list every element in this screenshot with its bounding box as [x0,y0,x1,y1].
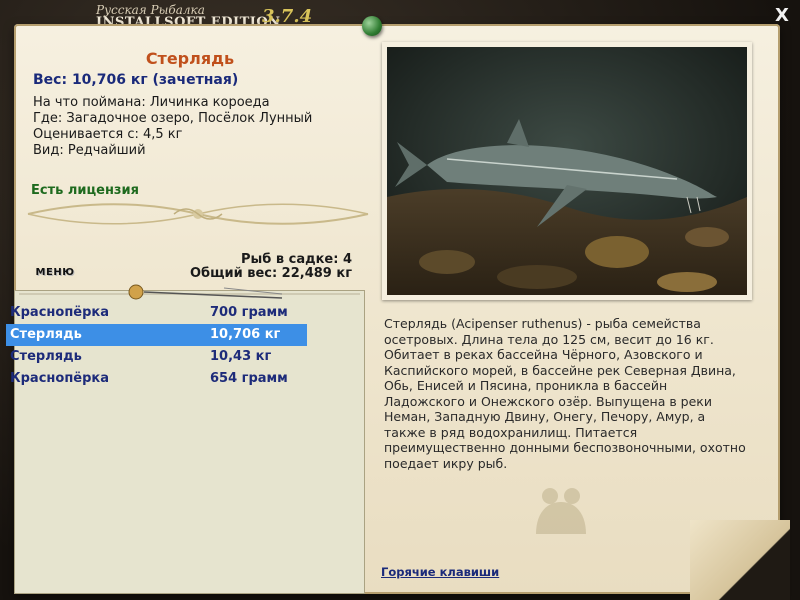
fish-title: Стерлядь [145,49,235,68]
bait-info: На что поймана: Личинка короеда [33,95,270,110]
catch-weight: 654 грамм [210,371,288,386]
species-rarity-info: Вид: Редчайший [33,143,146,158]
catch-row-3[interactable]: Стерлядь 10,43 кг [6,346,307,368]
sterlet-image [387,47,747,295]
fish-description: Стерлядь (Acipenser ruthenus) - рыба сем… [384,316,746,471]
catch-row-1[interactable]: Краснопёрка 700 грамм [6,302,307,324]
catch-weight: 10,43 кг [210,349,272,364]
paper-curl [690,520,790,600]
catch-row-4[interactable]: Краснопёрка 654 грамм [6,368,307,390]
keepnet-count: Рыб в садке: 4 [240,252,352,267]
catch-weight: 700 грамм [210,305,288,320]
close-button[interactable]: X [772,6,792,26]
license-status: Есть лицензия [31,183,139,198]
location-info: Где: Загадочное озеро, Посёлок Лунный [33,111,313,126]
menu-button[interactable]: МЕНЮ [33,266,77,280]
catch-row-2-selected[interactable]: Стерлядь 10,706 кг [6,324,307,346]
fish-weight: Вес: 10,706 кг (зачетная) [33,72,239,88]
ornament-divider [27,203,369,225]
cat-watermark-icon [536,488,586,534]
hotkeys-link[interactable]: Горячие клавиши [381,565,499,579]
pin-icon [362,16,382,36]
catch-name: Стерлядь [10,349,82,364]
keepnet-total-weight: Общий вес: 22,489 кг [189,266,352,281]
fishing-rod-icon [128,284,283,300]
fish-photo [382,42,752,300]
catch-weight: 10,706 кг [210,327,281,342]
trophy-threshold-info: Оценивается с: 4,5 кг [33,127,183,142]
catch-name: Краснопёрка [10,305,110,320]
catch-name: Стерлядь [10,327,82,342]
catch-name: Краснопёрка [10,371,110,386]
